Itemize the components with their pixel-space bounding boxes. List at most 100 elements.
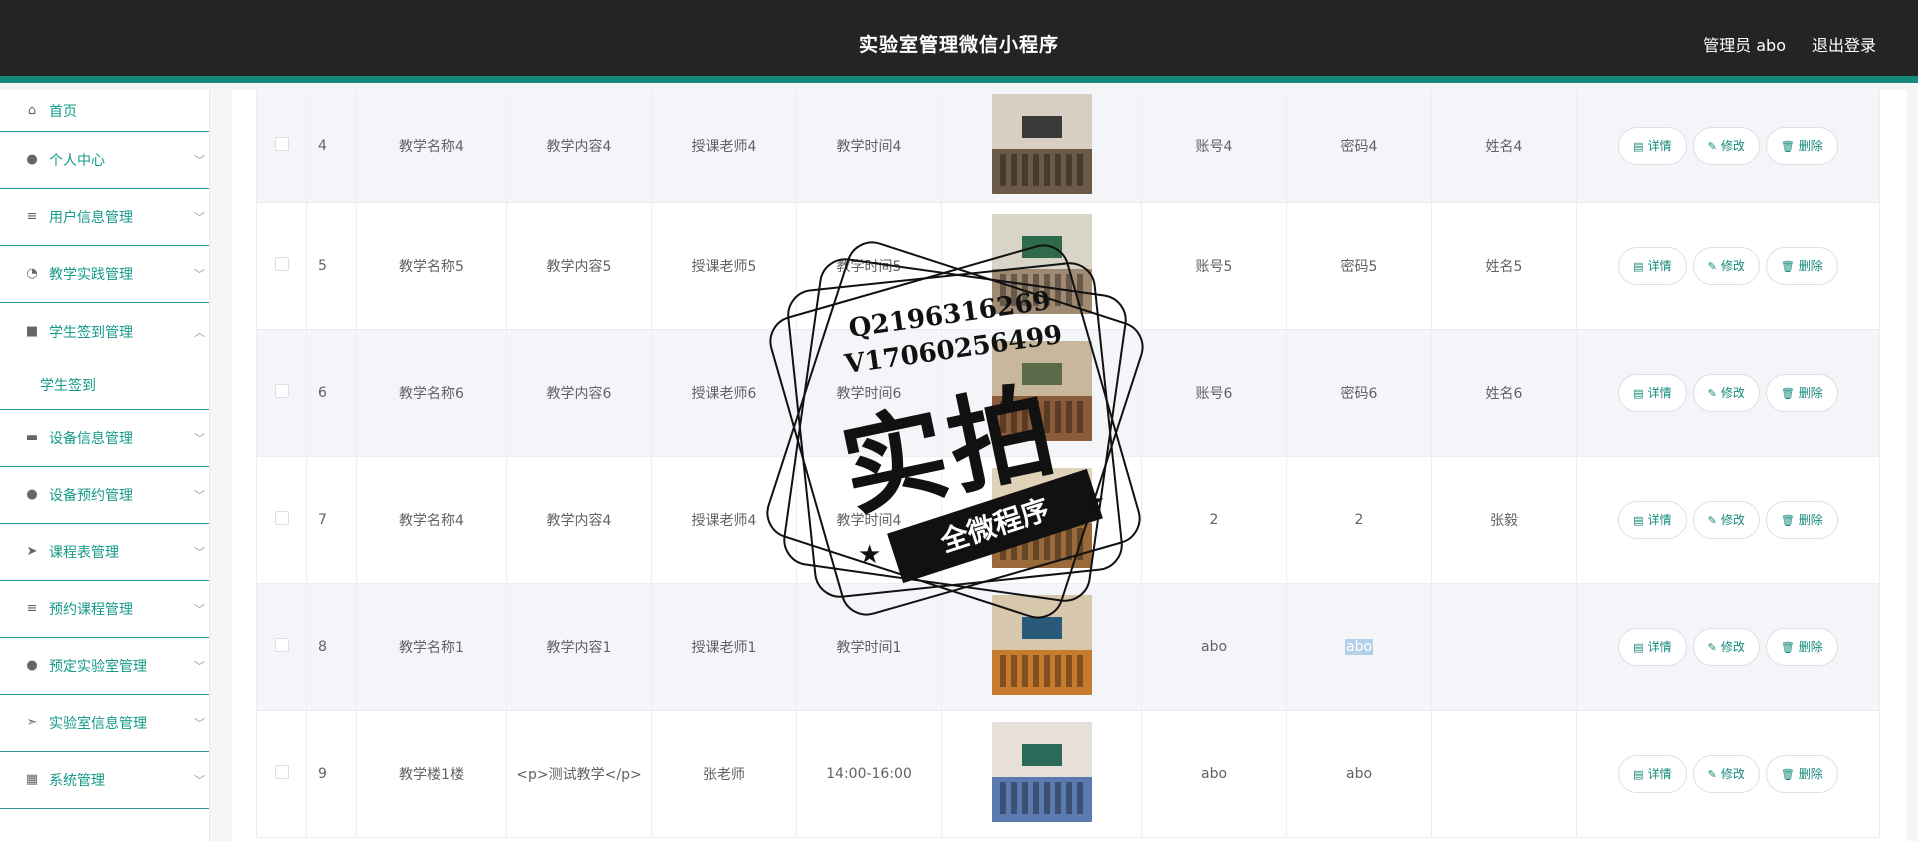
sidebar-item-timetable[interactable]: ➤ 课程表管理 ﹀ (0, 524, 209, 581)
pencil-icon: ✎ (1707, 640, 1717, 654)
logout-link[interactable]: 退出登录 (1812, 32, 1876, 56)
edit-button[interactable]: ✎ 修改 (1692, 754, 1760, 793)
table-row: 5 教学名称5 教学内容5 授课老师5 教学时间5 账号5 密码5 姓名5 ▤ 详情 ✎ 修改 🗑 删除 (256, 202, 1880, 330)
delete-label: 删除 (1798, 138, 1823, 153)
classroom-photo (991, 467, 1092, 568)
detail-label: 详情 (1647, 512, 1672, 527)
row-checkbox[interactable] (274, 764, 289, 779)
index-cell: 7 (306, 456, 357, 584)
actions-cell: ▤ 详情 ✎ 修改 🗑 删除 (1576, 456, 1880, 584)
document-icon: ▤ (1633, 139, 1644, 153)
teaching-content-cell: 教学内容4 (506, 456, 652, 584)
sidebar-item-teaching-practice[interactable]: ◔ 教学实践管理 ﹀ (0, 246, 209, 303)
sidebar-item-system[interactable]: ▦ 系统管理 ﹀ (0, 752, 209, 809)
password-value: abo (1345, 765, 1373, 782)
chat-icon: ▬ (25, 430, 39, 445)
index-cell: 4 (306, 90, 357, 203)
edit-label: 修改 (1720, 385, 1745, 400)
delete-label: 删除 (1798, 258, 1823, 273)
teaching-content-cell: <p>测试教学</p> (506, 710, 652, 838)
table-row: 8 教学名称1 教学内容1 授课老师1 教学时间1 abo abo ▤ 详情 ✎ 修改 🗑 删除 (256, 583, 1880, 711)
detail-button[interactable]: ▤ 详情 (1618, 500, 1687, 539)
sidebar-item-user-info[interactable]: ≡ 用户信息管理 ﹀ (0, 189, 209, 246)
delete-label: 删除 (1798, 639, 1823, 654)
index-cell: 9 (306, 710, 357, 838)
navigate-icon: ➣ (26, 715, 38, 730)
teaching-name-cell: 教学名称6 (356, 329, 507, 457)
detail-button[interactable]: ▤ 详情 (1618, 126, 1687, 165)
row-checkbox[interactable] (274, 637, 289, 652)
sidebar-item-student-checkin[interactable]: ■ 学生签到管理 ︿ (0, 303, 209, 360)
select-cell (256, 90, 307, 203)
sidebar-item-device-info[interactable]: ▬ 设备信息管理 ﹀ (0, 410, 209, 467)
select-cell (256, 456, 307, 584)
sidebar-item-label: 设备信息管理 (49, 431, 133, 447)
index-cell: 6 (306, 329, 357, 457)
sidebar-item-personal-center[interactable]: ● 个人中心 ﹀ (0, 132, 209, 189)
chevron-down-icon: ﹀ (194, 603, 205, 616)
detail-button[interactable]: ▤ 详情 (1618, 627, 1687, 666)
gauge-icon: ◔ (26, 266, 38, 281)
trash-icon: 🗑 (1780, 640, 1795, 654)
edit-button[interactable]: ✎ 修改 (1692, 246, 1760, 285)
teaching-time-cell: 14:00-16:00 (796, 710, 942, 838)
edit-label: 修改 (1720, 766, 1745, 781)
table-body: 4 教学名称4 教学内容4 授课老师4 教学时间4 账号4 密码4 姓名4 ▤ 详情 ✎ 修改 🗑 删除 5… (256, 90, 1880, 838)
realname-cell: 姓名4 (1431, 90, 1577, 203)
teaching-content-cell: 教学内容6 (506, 329, 652, 457)
data-table: 4 教学名称4 教学内容4 授课老师4 教学时间4 账号4 密码4 姓名4 ▤ 详情 ✎ 修改 🗑 删除 5… (256, 90, 1880, 838)
document-icon: ▤ (1633, 386, 1644, 400)
teaching-content-cell: 教学内容1 (506, 583, 652, 711)
edit-button[interactable]: ✎ 修改 (1692, 373, 1760, 412)
submenu-item-student-checkin[interactable]: 学生签到 (0, 360, 209, 410)
edit-button[interactable]: ✎ 修改 (1692, 500, 1760, 539)
password-value: 密码4 (1340, 138, 1378, 155)
sidebar-item-lab-info[interactable]: ➣ 实验室信息管理 ﹀ (0, 695, 209, 752)
chevron-down-icon: ﹀ (194, 717, 205, 730)
detail-button[interactable]: ▤ 详情 (1618, 246, 1687, 285)
image-cell (941, 583, 1142, 711)
edit-label: 修改 (1720, 512, 1745, 527)
pencil-icon: ✎ (1707, 259, 1717, 273)
trash-icon: 🗑 (1780, 513, 1795, 527)
realname-cell (1431, 583, 1577, 711)
sidebar-item-label: 设备预约管理 (49, 488, 133, 504)
delete-button[interactable]: 🗑 删除 (1765, 126, 1838, 165)
home-icon: ⌂ (27, 102, 37, 118)
row-checkbox[interactable] (274, 383, 289, 398)
pencil-icon: ✎ (1707, 139, 1717, 153)
document-icon: ▤ (1633, 513, 1644, 527)
sidebar-item-label: 用户信息管理 (49, 210, 133, 226)
teacher-cell: 授课老师1 (651, 583, 797, 711)
pencil-icon: ✎ (1707, 767, 1717, 781)
sidebar-item-lab-reservation[interactable]: ● 预定实验室管理 ﹀ (0, 638, 209, 695)
detail-button[interactable]: ▤ 详情 (1618, 754, 1687, 793)
delete-button[interactable]: 🗑 删除 (1765, 754, 1838, 793)
delete-label: 删除 (1798, 766, 1823, 781)
delete-button[interactable]: 🗑 删除 (1765, 500, 1838, 539)
delete-button[interactable]: 🗑 删除 (1765, 246, 1838, 285)
sidebar-item-home[interactable]: ⌂ 首页 (0, 90, 209, 132)
edit-button[interactable]: ✎ 修改 (1692, 126, 1760, 165)
index-cell: 8 (306, 583, 357, 711)
edit-button[interactable]: ✎ 修改 (1692, 627, 1760, 666)
delete-button[interactable]: 🗑 删除 (1765, 627, 1838, 666)
realname-cell: 张毅 (1431, 456, 1577, 584)
sidebar-item-device-booking[interactable]: ● 设备预约管理 ﹀ (0, 467, 209, 524)
select-cell (256, 202, 307, 330)
delete-button[interactable]: 🗑 删除 (1765, 373, 1838, 412)
row-checkbox[interactable] (274, 256, 289, 271)
row-checkbox[interactable] (274, 510, 289, 525)
send-icon: ➤ (26, 544, 38, 559)
actions-cell: ▤ 详情 ✎ 修改 🗑 删除 (1576, 710, 1880, 838)
detail-label: 详情 (1647, 258, 1672, 273)
teaching-time-cell: 教学时间6 (796, 329, 942, 457)
sidebar-menu: ⌂ 首页 ● 个人中心 ﹀ ≡ 用户信息管理 ﹀ ◔ 教学实践管理 ﹀ ■ 学生… (0, 90, 210, 841)
sidebar-item-course-booking[interactable]: ≡ 预约课程管理 ﹀ (0, 581, 209, 638)
teacher-cell: 张老师 (651, 710, 797, 838)
chevron-down-icon: ﹀ (194, 268, 205, 281)
image-cell (941, 710, 1142, 838)
document-icon: ▤ (1633, 259, 1644, 273)
detail-button[interactable]: ▤ 详情 (1618, 373, 1687, 412)
row-checkbox[interactable] (274, 136, 289, 151)
